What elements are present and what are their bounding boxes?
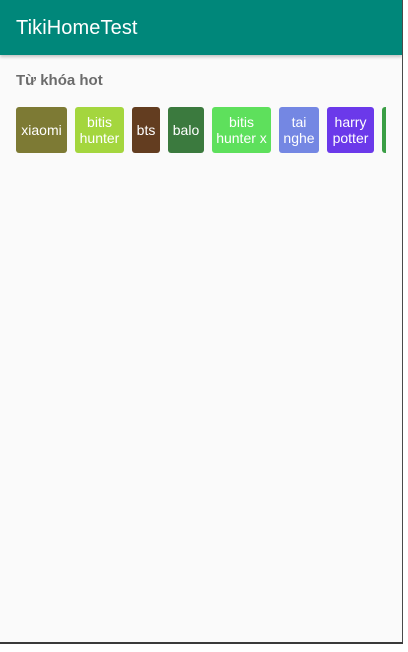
keyword-chip-bitis-hunter-x[interactable]: bitis hunter x: [212, 107, 271, 153]
device-edge-bottom: [0, 642, 403, 644]
app-bar: TikiHomeTest: [0, 0, 402, 55]
keyword-chip-label: balo: [172, 122, 200, 138]
keyword-chip-label: bitis hunter: [79, 114, 120, 146]
keyword-chip-harry-potter[interactable]: harry potter: [327, 107, 374, 153]
keyword-chip-partial[interactable]: [382, 107, 386, 153]
hot-keywords-list[interactable]: xiaomi bitis hunter bts balo bitis hunte…: [16, 107, 386, 153]
keyword-chip-tai-nghe[interactable]: tai nghe: [279, 107, 319, 153]
keyword-chip-bitis-hunter[interactable]: bitis hunter: [75, 107, 124, 153]
app-screen: TikiHomeTest Từ khóa hot xiaomi bitis hu…: [0, 0, 402, 643]
keyword-chip-xiaomi[interactable]: xiaomi: [16, 107, 67, 153]
keyword-chip-label: bitis hunter x: [216, 114, 267, 146]
keyword-chip-label: harry potter: [332, 114, 369, 146]
device-edge-right: [402, 0, 403, 643]
keyword-chip-balo[interactable]: balo: [168, 107, 204, 153]
hot-keywords-title: Từ khóa hot: [16, 72, 103, 89]
app-title: TikiHomeTest: [16, 17, 138, 39]
keyword-chip-label: xiaomi: [21, 122, 62, 138]
keyword-chip-label: bts: [136, 122, 156, 138]
keyword-chip-bts[interactable]: bts: [132, 107, 160, 153]
keyword-chip-label: tai nghe: [283, 114, 315, 146]
